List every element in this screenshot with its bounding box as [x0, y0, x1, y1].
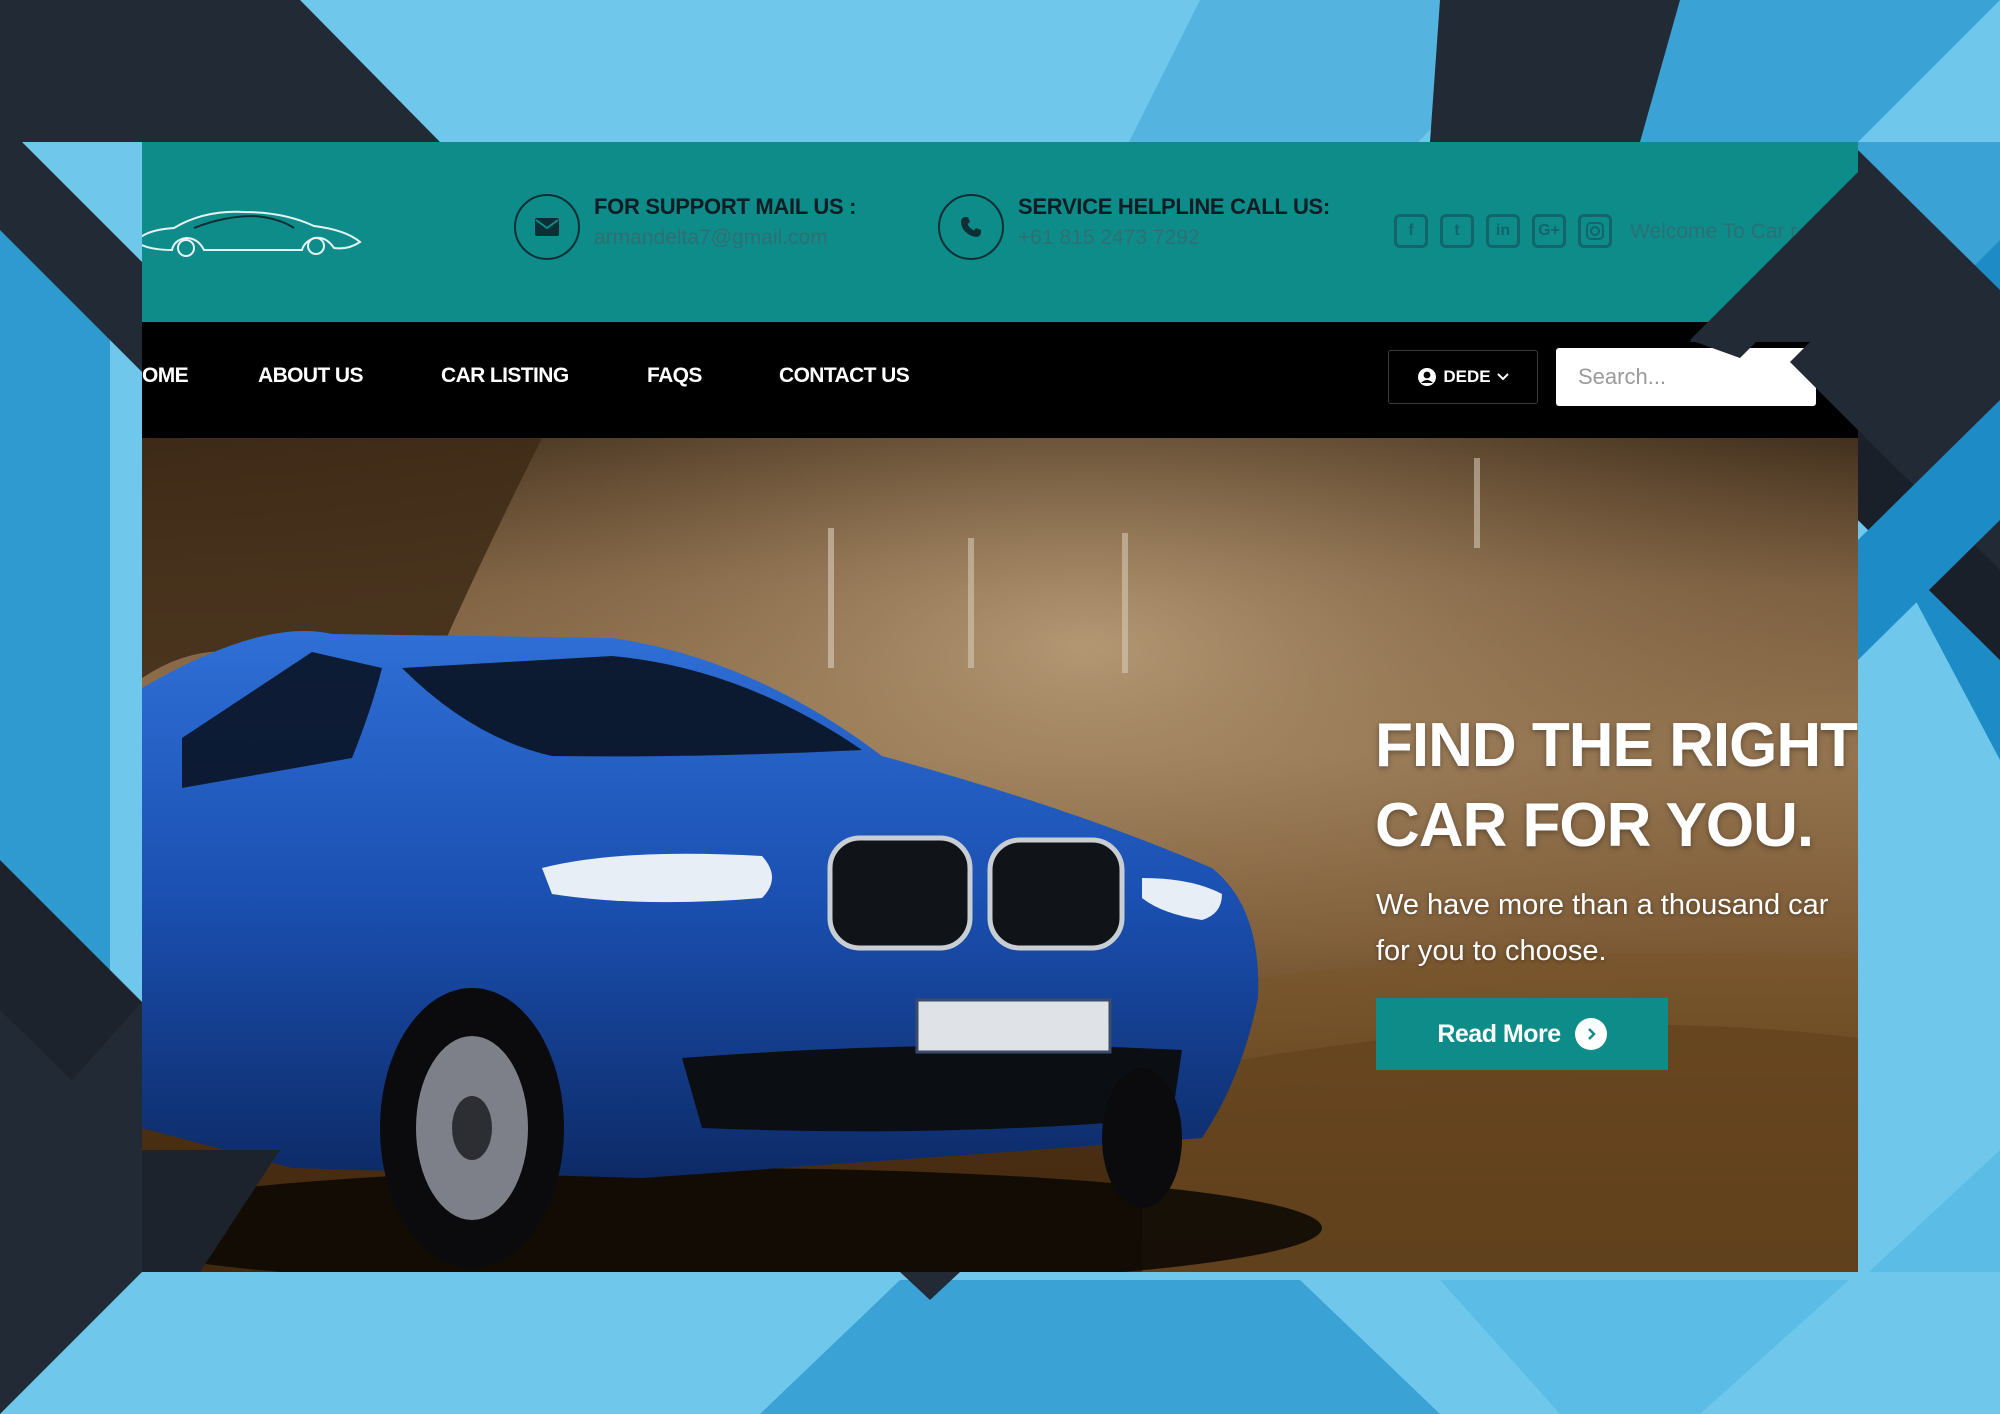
- google-plus-icon[interactable]: G+: [1532, 214, 1566, 248]
- support-mail-address[interactable]: armandelta7@gmail.com: [594, 226, 828, 250]
- user-name: DEDE: [1443, 367, 1491, 386]
- hero-subline: We have more than a thousand car for you…: [1376, 882, 1828, 974]
- hero-subline-line-1: We have more than a thousand car: [1376, 889, 1829, 921]
- nav-about-us[interactable]: ABOUT US: [258, 364, 363, 388]
- support-mail-title: FOR SUPPORT MAIL US :: [594, 194, 857, 219]
- welcome-text: Welcome To Car r: [1630, 220, 1798, 243]
- read-more-label: Read More: [1437, 1019, 1561, 1048]
- main-nav: OME ABOUT US CAR LISTING FAQS CONTACT US…: [142, 322, 1858, 438]
- website-window: FOR SUPPORT MAIL US : armandelta7@gmail.…: [142, 142, 1858, 1272]
- hero-headline-line-1: FIND THE RIGHT: [1375, 711, 1858, 780]
- instagram-icon[interactable]: [1578, 214, 1612, 248]
- hero-subline-line-2: for you to choose.: [1376, 935, 1607, 967]
- social-links: f t in G+: [1394, 214, 1612, 248]
- linkedin-icon[interactable]: in: [1486, 214, 1520, 248]
- hero-headline-line-2: CAR FOR YOU.: [1375, 791, 1814, 860]
- read-more-button[interactable]: Read More: [1376, 998, 1668, 1070]
- header-bar: FOR SUPPORT MAIL US : armandelta7@gmail.…: [142, 142, 1858, 322]
- user-icon: [1418, 368, 1437, 386]
- user-dropdown-button[interactable]: DEDE: [1388, 350, 1538, 404]
- phone-icon: [938, 194, 1004, 260]
- hero-banner: FIND THE RIGHT CAR FOR YOU. We have more…: [142, 438, 1858, 1272]
- car-logo: [142, 210, 362, 257]
- chevron-right-icon: [1574, 1018, 1607, 1050]
- facebook-icon[interactable]: f: [1394, 214, 1428, 248]
- helpline-title: SERVICE HELPLINE CALL US:: [1018, 194, 1330, 219]
- chevron-down-icon: [1496, 373, 1509, 381]
- hero-headline: FIND THE RIGHT CAR FOR YOU.: [1375, 706, 1858, 866]
- twitter-icon[interactable]: t: [1440, 214, 1474, 248]
- nav-home[interactable]: OME: [142, 364, 189, 388]
- helpline-number[interactable]: +61 815 2473 7292: [1018, 226, 1200, 250]
- nav-contact-us[interactable]: CONTACT US: [779, 364, 910, 388]
- envelope-icon: [514, 194, 580, 260]
- nav-faqs[interactable]: FAQS: [647, 364, 702, 388]
- search-input[interactable]: [1556, 348, 1816, 406]
- nav-car-listing[interactable]: CAR LISTING: [441, 364, 569, 388]
